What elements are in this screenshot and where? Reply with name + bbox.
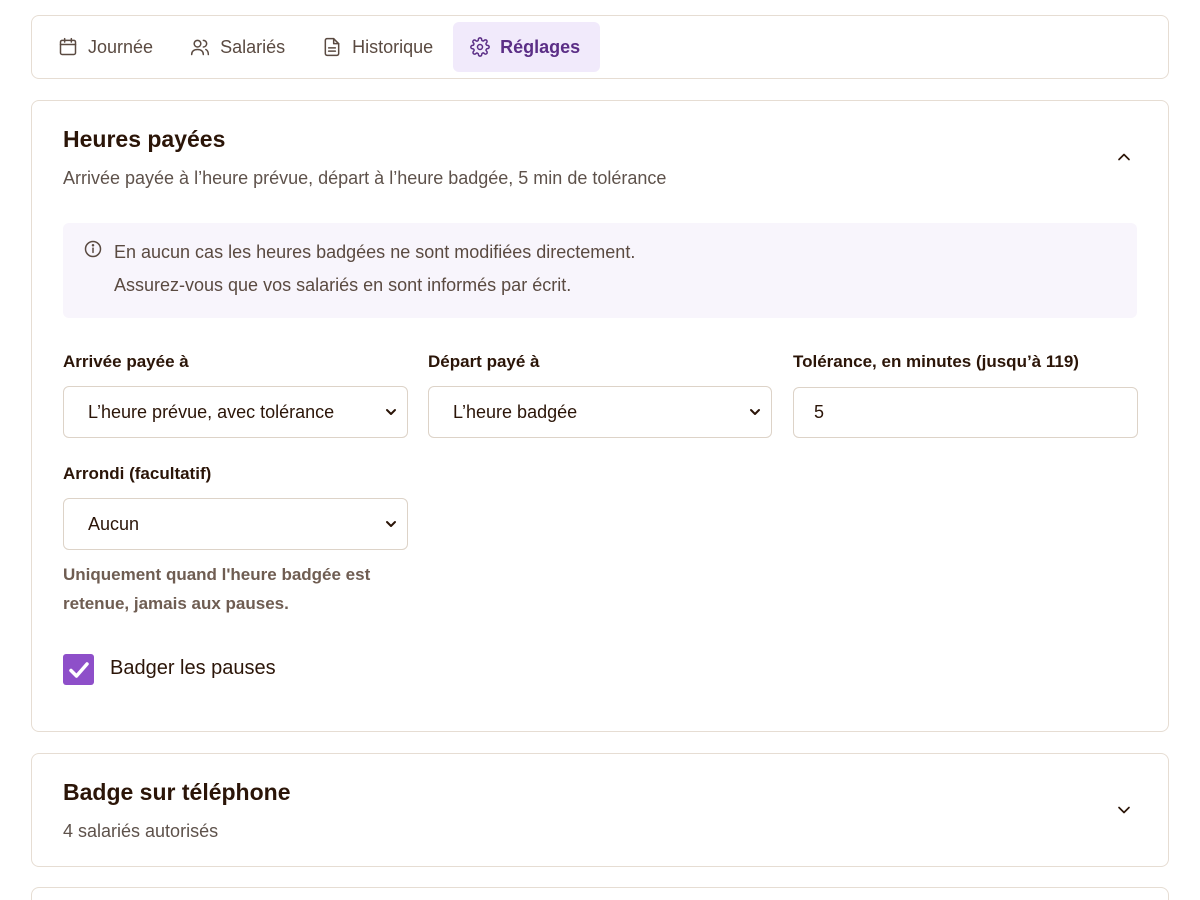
tab-salaries[interactable]: Salariés <box>173 22 305 72</box>
departure-select-value: L’heure badgée <box>453 401 578 422</box>
calendar-icon <box>59 37 77 56</box>
info-text-line-1: En aucun cas les heures badgées ne sont … <box>114 242 636 262</box>
breaks-checkbox-label[interactable]: Badger les pauses <box>110 657 276 680</box>
rounding-hint-line-1: Uniquement quand l'heure badgée est <box>63 565 371 584</box>
tab-label: Journée <box>88 36 154 57</box>
section-title: Heures payées <box>63 126 226 152</box>
tolerance-input[interactable]: 5 <box>793 387 1138 438</box>
info-notice: En aucun cas les heures badgées ne sont … <box>63 223 1137 318</box>
tab-journee[interactable]: Journée <box>41 22 173 72</box>
section-title: Badge sur téléphone <box>63 779 291 805</box>
gear-icon <box>470 37 490 57</box>
tab-label: Historique <box>352 36 434 57</box>
next-section <box>31 887 1169 900</box>
users-icon <box>190 39 210 56</box>
rounding-label: Arrondi (facultatif) <box>63 464 212 483</box>
arrival-label: Arrivée payée à <box>63 352 189 371</box>
rounding-hint-line-2: retenue, jamais aux pauses. <box>63 594 289 613</box>
phone-badge-section[interactable]: Badge sur téléphone 4 salariés autorisés <box>31 753 1169 867</box>
paid-hours-section: Heures payées Arrivée payée à l’heure pr… <box>31 100 1169 732</box>
check-icon <box>68 661 89 678</box>
chevron-down-icon <box>386 521 396 527</box>
chevron-up-icon[interactable] <box>1114 147 1134 167</box>
info-text-line-2: Assurez-vous que vos salariés en sont in… <box>114 275 572 295</box>
arrival-select[interactable]: L’heure prévue, avec tolérance <box>63 386 408 438</box>
tolerance-input-value: 5 <box>814 402 825 422</box>
section-subtitle: 4 salariés autorisés <box>63 821 219 841</box>
tab-historique[interactable]: Historique <box>305 22 453 72</box>
rounding-select-value: Aucun <box>88 513 140 534</box>
tab-reglages[interactable]: Réglages <box>453 22 601 72</box>
tab-label: Réglages <box>500 36 581 57</box>
tab-label: Salariés <box>220 36 286 57</box>
section-subtitle: Arrivée payée à l’heure prévue, départ à… <box>63 168 667 188</box>
tolerance-label: Tolérance, en minutes (jusqu’à 119) <box>793 352 1079 371</box>
chevron-down-icon <box>386 409 396 415</box>
chevron-down-icon[interactable] <box>1114 800 1134 820</box>
departure-select[interactable]: L’heure badgée <box>428 386 772 438</box>
arrival-select-value: L’heure prévue, avec tolérance <box>88 401 335 422</box>
rounding-select[interactable]: Aucun <box>63 498 408 550</box>
chevron-down-icon <box>750 409 760 415</box>
departure-label: Départ payé à <box>428 352 540 371</box>
info-icon <box>84 240 102 258</box>
document-icon <box>324 37 340 57</box>
breaks-checkbox[interactable] <box>63 654 94 685</box>
tab-bar: Journée Salariés Historique Réglages <box>31 15 1169 79</box>
